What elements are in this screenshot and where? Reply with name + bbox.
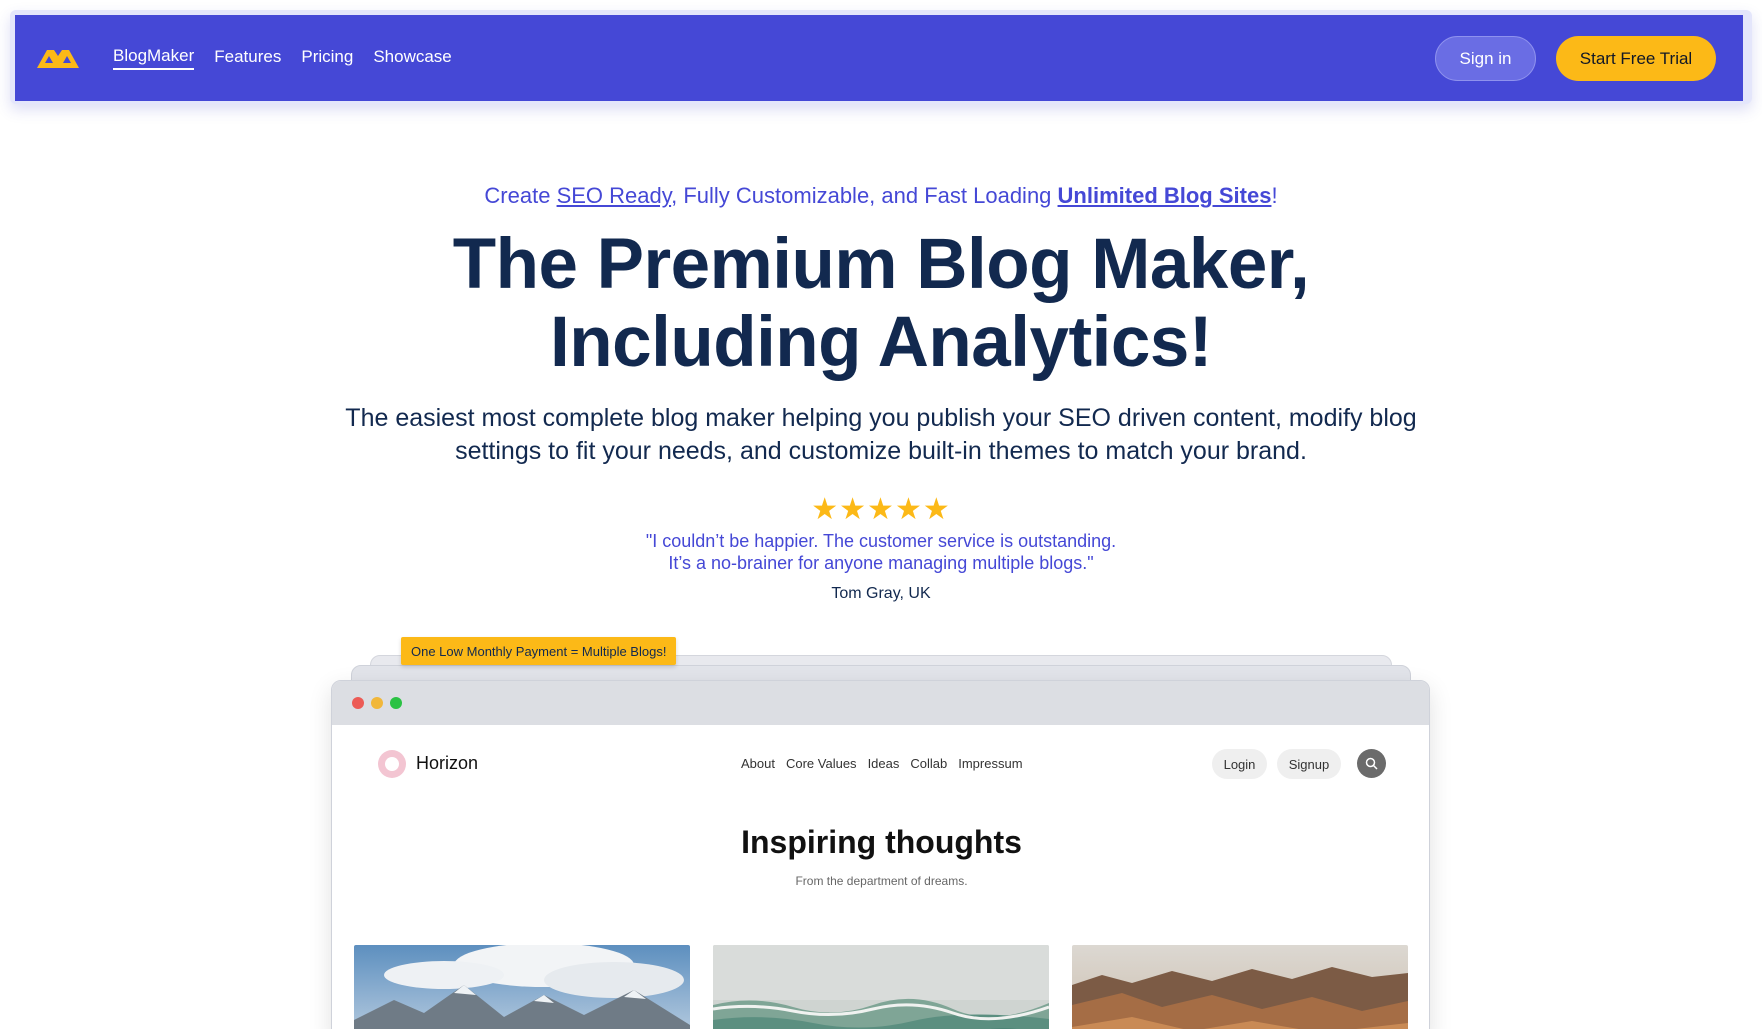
preview-site-subtitle: From the department of dreams. [795, 874, 968, 888]
star-icon: ★ [839, 493, 868, 526]
star-icon: ★ [894, 493, 923, 526]
top-navigation: BlogMaker Features Pricing Showcase Sign… [10, 10, 1752, 104]
search-icon [1365, 757, 1378, 770]
sign-in-button[interactable]: Sign in [1435, 36, 1536, 81]
tagline-middle: , Fully Customizable, and Fast Loading [671, 183, 1058, 208]
preview-signup-button[interactable]: Signup [1277, 749, 1341, 779]
preview-site-nav: Horizon About Core Values Ideas Collab I… [332, 725, 1429, 800]
testimonial-quote: "I couldn’t be happier. The customer ser… [0, 530, 1762, 574]
desert-canyon-image[interactable] [1072, 945, 1408, 1029]
navbar: BlogMaker Features Pricing Showcase Sign… [93, 15, 1743, 101]
headline-line-1: The Premium Blog Maker, [452, 225, 1310, 304]
unlimited-blog-sites-link[interactable]: Unlimited Blog Sites [1058, 183, 1272, 208]
nav-link-pricing[interactable]: Pricing [301, 47, 353, 69]
preview-link-impressum[interactable]: Impressum [958, 756, 1022, 771]
tagline-prefix: Create [484, 183, 557, 208]
preview-link-ideas[interactable]: Ideas [868, 756, 900, 771]
minimize-window-dot [371, 697, 383, 709]
hero-subheading: The easiest most complete blog maker hel… [345, 404, 1417, 465]
rating-stars: ★★★★★ [0, 492, 1762, 527]
tagline-suffix: ! [1271, 183, 1278, 208]
headline-line-2: Including Analytics! [550, 303, 1212, 382]
blogmaker-logo-icon [37, 50, 79, 68]
pricing-badge: One Low Monthly Payment = Multiple Blogs… [401, 637, 677, 665]
star-icon: ★ [811, 493, 840, 526]
preview-link-about[interactable]: About [741, 756, 775, 771]
browser-title-bar [332, 681, 1429, 725]
ocean-waves-image[interactable] [713, 945, 1049, 1029]
preview-site-title: Inspiring thoughts [741, 824, 1022, 860]
hero-tagline: Create SEO Ready, Fully Customizable, an… [0, 183, 1762, 209]
close-window-dot [352, 697, 364, 709]
browser-preview-window: Horizon About Core Values Ideas Collab I… [331, 680, 1430, 1029]
maximize-window-dot [390, 697, 402, 709]
star-icon: ★ [922, 493, 951, 526]
preview-site-links: About Core Values Ideas Collab Impressum [741, 756, 1023, 771]
mountain-landscape-image[interactable] [354, 945, 690, 1029]
logo-link[interactable] [15, 15, 101, 101]
preview-login-button[interactable]: Login [1212, 749, 1267, 779]
seo-ready-link[interactable]: SEO Ready [557, 183, 672, 208]
start-free-trial-button[interactable]: Start Free Trial [1556, 36, 1716, 81]
quote-line-2: It’s a no-brainer for anyone managing mu… [668, 553, 1094, 573]
testimonial-author: Tom Gray, UK [831, 585, 931, 602]
nav-link-showcase[interactable]: Showcase [373, 47, 451, 69]
hero-headline: The Premium Blog Maker, Including Analyt… [0, 226, 1762, 382]
preview-site-name[interactable]: Horizon [416, 753, 478, 774]
nav-links: BlogMaker Features Pricing Showcase [113, 15, 452, 101]
star-icon: ★ [867, 493, 895, 526]
horizon-logo-icon[interactable] [378, 750, 406, 778]
preview-search-button[interactable] [1357, 749, 1386, 778]
preview-link-core-values[interactable]: Core Values [786, 756, 857, 771]
nav-link-features[interactable]: Features [214, 47, 281, 69]
quote-line-1: "I couldn’t be happier. The customer ser… [645, 531, 1117, 551]
preview-link-collab[interactable]: Collab [910, 756, 947, 771]
nav-link-blogmaker[interactable]: BlogMaker [113, 46, 195, 70]
